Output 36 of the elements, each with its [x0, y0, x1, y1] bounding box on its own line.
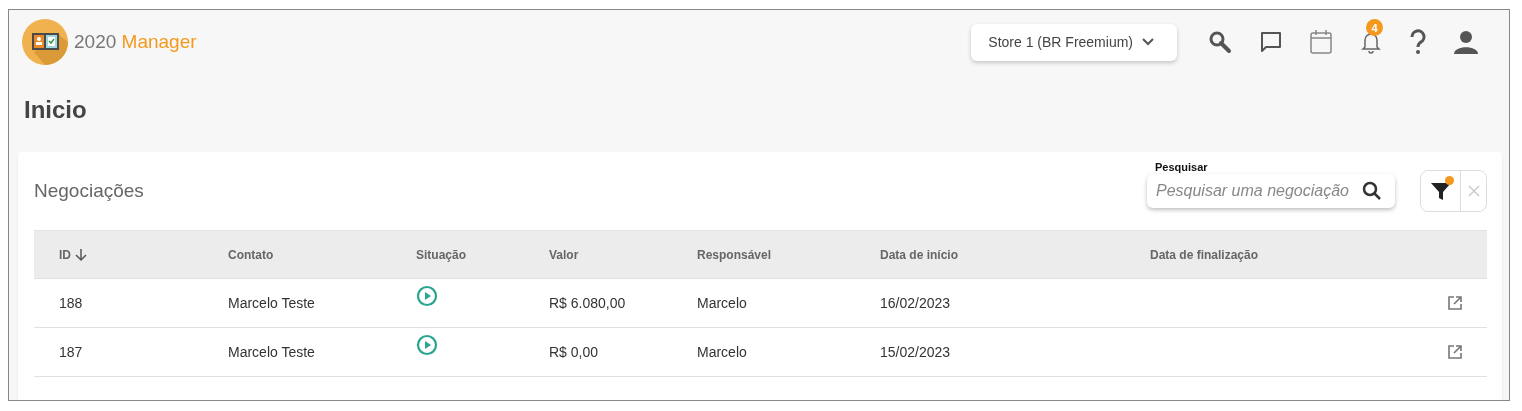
- table-cell: 16/02/2023: [880, 295, 951, 311]
- chat-icon[interactable]: [1259, 30, 1283, 54]
- search-icon[interactable]: [1207, 29, 1233, 55]
- table-cell: 188: [59, 295, 83, 311]
- card-title: Negociações: [34, 180, 144, 202]
- user-icon[interactable]: [1453, 29, 1479, 55]
- open-external-icon[interactable]: [1447, 295, 1463, 311]
- column-header[interactable]: Contato: [228, 248, 274, 262]
- field-label: Pesquisar: [1154, 161, 1209, 173]
- chevron-down-icon: [1141, 37, 1155, 47]
- column-header[interactable]: Situação: [416, 248, 466, 262]
- close-icon: [1467, 185, 1480, 197]
- column-header[interactable]: Data de início: [880, 248, 959, 262]
- help-icon[interactable]: [1409, 29, 1427, 55]
- column-header[interactable]: Data de finalização: [1150, 248, 1259, 262]
- table-cell: Marcelo: [697, 295, 747, 311]
- open-external-icon[interactable]: [1447, 344, 1463, 360]
- filter-button[interactable]: [1421, 171, 1461, 211]
- column-header[interactable]: Responsável: [697, 248, 772, 262]
- search-icon[interactable]: [1361, 180, 1383, 202]
- table-cell: R$ 0,00: [549, 344, 599, 360]
- logo-text: 2020 Manager: [74, 31, 197, 53]
- logo-icon: [22, 19, 68, 65]
- table-cell: Marcelo Teste: [228, 295, 315, 311]
- page-title: Inicio: [23, 95, 88, 125]
- calendar-icon[interactable]: [1309, 29, 1333, 55]
- funnel-icon: [1429, 180, 1452, 202]
- table-cell: R$ 6.080,00: [549, 295, 626, 311]
- table-cell: 15/02/2023: [880, 344, 951, 360]
- table-cell: 187: [59, 344, 83, 360]
- store-dropdown[interactable]: Store 1 (BR Freemium): [971, 23, 1177, 61]
- notification-badge: 4: [1366, 19, 1383, 36]
- column-header[interactable]: ID: [59, 248, 71, 262]
- table-cell: Marcelo: [697, 344, 747, 360]
- column-header[interactable]: Valor: [549, 248, 579, 262]
- table-cell: Marcelo Teste: [228, 344, 315, 360]
